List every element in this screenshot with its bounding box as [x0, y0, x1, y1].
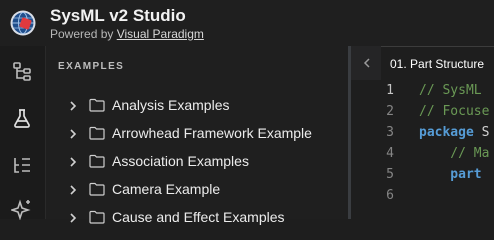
- editor-tab-bar: 01. Part Structure: [351, 46, 494, 80]
- code-area[interactable]: // SysML // Focuse package S // Ma part: [419, 80, 494, 206]
- tab-part-structure[interactable]: 01. Part Structure: [381, 46, 494, 80]
- powered-by-label: Powered by: [50, 27, 114, 41]
- folder-icon: [89, 182, 105, 196]
- code-line[interactable]: package S: [419, 122, 494, 143]
- sparkle-icon[interactable]: [11, 198, 33, 220]
- chevron-right-icon[interactable]: [67, 100, 79, 112]
- app-header: SysML v2 Studio Powered by Visual Paradi…: [0, 0, 494, 46]
- code-editor[interactable]: 01. Part Structure 1 2 3 4 5 6 // SysML // Foc…: [351, 46, 494, 219]
- flask-icon[interactable]: [11, 107, 33, 129]
- code-line[interactable]: // SysML: [419, 80, 494, 101]
- tab-scroll-left-button[interactable]: [351, 46, 381, 80]
- visual-paradigm-link[interactable]: Visual Paradigm: [117, 27, 204, 41]
- tab-label: 01. Part Structure: [390, 57, 485, 71]
- list-tree-icon[interactable]: [11, 154, 33, 176]
- chevron-right-icon[interactable]: [67, 156, 79, 168]
- tree-item-label: Analysis Examples: [112, 97, 230, 113]
- line-number-gutter: 1 2 3 4 5 6: [351, 80, 407, 206]
- code-token: // SysML: [419, 83, 482, 98]
- folder-icon: [89, 126, 105, 140]
- tree-item-label: Arrowhead Framework Example: [112, 125, 312, 141]
- tree-item-association-examples[interactable]: Association Examples: [46, 148, 348, 176]
- tree-item-camera-example[interactable]: Camera Example: [46, 176, 348, 204]
- chevron-left-icon: [363, 58, 370, 68]
- code-line[interactable]: part: [419, 164, 494, 185]
- line-number: 6: [386, 188, 394, 203]
- folder-icon: [89, 210, 105, 224]
- examples-explorer: EXAMPLES Analysis Examples Arrowhead Fra…: [46, 46, 348, 225]
- tree-item-cause-and-effect-examples[interactable]: Cause and Effect Examples: [46, 204, 348, 232]
- tree-item-analysis-examples[interactable]: Analysis Examples: [46, 92, 348, 120]
- chevron-right-icon[interactable]: [67, 128, 79, 140]
- powered-by: Powered by Visual Paradigm: [50, 27, 204, 41]
- chevron-right-icon[interactable]: [67, 184, 79, 196]
- line-number: 4: [386, 146, 394, 161]
- line-number: 5: [386, 167, 394, 182]
- code-line[interactable]: // Focuse: [419, 101, 494, 122]
- chevron-right-icon[interactable]: [67, 212, 79, 224]
- tree-item-label: Association Examples: [112, 153, 249, 169]
- explorer-title: EXAMPLES: [58, 61, 125, 72]
- globe-logo-icon: [10, 10, 36, 36]
- line-number: 3: [386, 125, 394, 140]
- code-line[interactable]: // Ma: [419, 143, 494, 164]
- code-token: package: [419, 125, 474, 140]
- line-number: 2: [386, 104, 394, 119]
- folder-icon: [89, 154, 105, 168]
- examples-tree: Analysis Examples Arrowhead Framework Ex…: [46, 92, 348, 232]
- tree-item-label: Cause and Effect Examples: [112, 209, 285, 225]
- app-title: SysML v2 Studio: [50, 6, 186, 25]
- tree-item-arrowhead-framework-example[interactable]: Arrowhead Framework Example: [46, 120, 348, 148]
- folder-icon: [89, 98, 105, 112]
- code-token: // Ma: [419, 146, 490, 161]
- activity-bar: [0, 46, 46, 220]
- hierarchy-icon[interactable]: [11, 60, 33, 82]
- tree-item-label: Camera Example: [112, 181, 221, 197]
- code-token: part: [419, 167, 482, 182]
- code-token: // Focuse: [419, 104, 490, 119]
- code-line[interactable]: [419, 185, 494, 206]
- code-token: S: [473, 125, 490, 140]
- line-number: 1: [386, 83, 394, 98]
